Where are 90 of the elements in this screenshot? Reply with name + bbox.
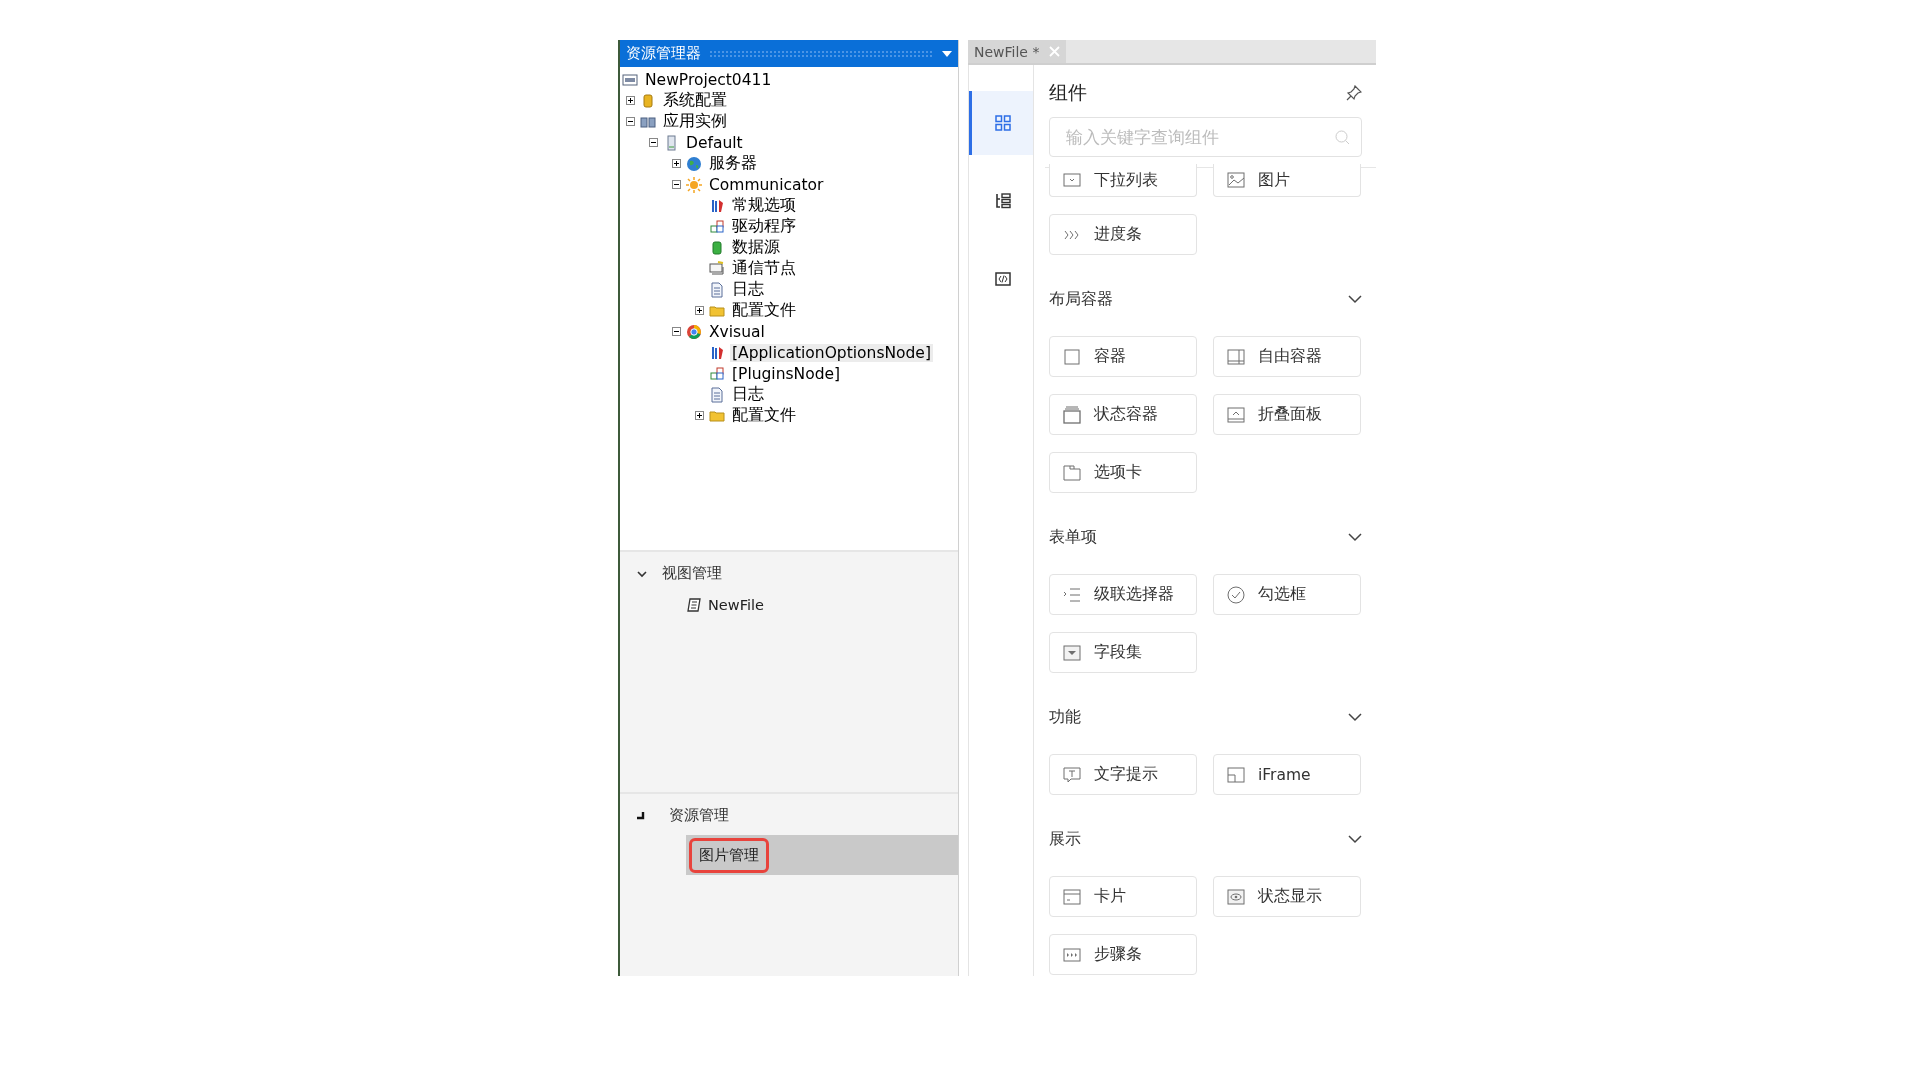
tree-item[interactable]: [ApplicationOptionsNode] — [730, 343, 933, 362]
grid-tab[interactable] — [969, 91, 1033, 155]
collapse-toggle-icon[interactable] — [672, 327, 681, 336]
globe-icon — [686, 155, 702, 172]
tree-item[interactable]: 服务器 — [707, 153, 759, 174]
chevron-down-icon[interactable] — [1348, 295, 1362, 304]
chevron-down-icon[interactable] — [1348, 835, 1362, 844]
tree-item[interactable]: 配置文件 — [730, 405, 798, 426]
tree-item[interactable]: 驱动程序 — [730, 216, 798, 237]
component-card[interactable]: 选项卡 — [1049, 452, 1197, 493]
component-card[interactable]: 图片 — [1213, 164, 1361, 197]
network-icon — [709, 260, 725, 277]
list-icon — [1063, 585, 1081, 604]
document-icon — [709, 386, 725, 403]
steps-icon — [1063, 945, 1081, 964]
ring-icon — [686, 323, 702, 340]
component-card[interactable]: 进度条 — [1049, 214, 1197, 255]
image-icon — [1227, 171, 1245, 189]
category-header[interactable]: 布局容器 — [1049, 289, 1113, 310]
corner-icon[interactable] — [636, 811, 645, 820]
tree-item[interactable]: 日志 — [730, 279, 766, 300]
resource-item[interactable]: 图片管理 — [689, 837, 769, 873]
tree-item[interactable]: [PluginsNode] — [730, 364, 843, 383]
panel-heading: 组件 — [1049, 80, 1087, 105]
collapse-toggle-icon[interactable] — [626, 117, 635, 126]
tree-item[interactable]: 配置文件 — [730, 300, 798, 321]
square-icon — [1063, 347, 1081, 366]
dropdown-arrow-icon[interactable] — [942, 50, 952, 57]
sun-icon — [686, 176, 702, 193]
component-card[interactable]: 容器 — [1049, 336, 1197, 377]
component-card[interactable]: 文字提示 — [1049, 754, 1197, 795]
tooltip-icon — [1063, 765, 1081, 784]
expand-toggle-icon[interactable] — [672, 159, 681, 168]
tree-item[interactable]: 通信节点 — [730, 258, 798, 279]
tree-item[interactable]: 数据源 — [730, 237, 782, 258]
frame-icon — [1227, 765, 1245, 784]
select-icon — [1063, 643, 1081, 662]
cylinder-icon — [640, 92, 656, 109]
chevron-down-icon[interactable] — [1348, 533, 1362, 542]
section-header[interactable]: 资源管理 — [669, 806, 729, 825]
expand-toggle-icon[interactable] — [695, 411, 704, 420]
tree-item[interactable]: Default — [684, 133, 745, 152]
expand-toggle-icon[interactable] — [695, 306, 704, 315]
tree-item[interactable]: Xvisual — [707, 322, 767, 341]
collapse-panel-icon — [1227, 405, 1245, 424]
component-card[interactable]: 下拉列表 — [1049, 164, 1197, 197]
expand-toggle-icon[interactable] — [626, 96, 635, 105]
view-item[interactable]: NewFile — [708, 597, 764, 613]
cylinder-icon — [709, 239, 725, 256]
section-header[interactable]: 视图管理 — [662, 564, 722, 583]
grid-icon — [994, 115, 1011, 131]
component-card[interactable]: 步骤条 — [1049, 934, 1197, 975]
component-card[interactable]: 自由容器 — [1213, 336, 1361, 377]
tabs-icon — [1063, 463, 1081, 482]
tree-item[interactable]: 日志 — [730, 384, 766, 405]
component-card[interactable]: iFrame — [1213, 754, 1361, 795]
tree-item[interactable]: 应用实例 — [661, 111, 729, 132]
tree-item[interactable]: 系统配置 — [661, 90, 729, 111]
category-header[interactable]: 表单项 — [1049, 527, 1097, 548]
script-icon — [686, 597, 702, 613]
component-card[interactable]: 折叠面板 — [1213, 394, 1361, 435]
pin-icon[interactable] — [1346, 85, 1362, 101]
category-header[interactable]: 展示 — [1049, 829, 1081, 850]
category-header[interactable]: 功能 — [1049, 707, 1081, 728]
document-icon — [709, 281, 725, 298]
eye-icon — [1227, 887, 1245, 906]
component-card[interactable]: 字段集 — [1049, 632, 1197, 673]
blocks-icon — [709, 365, 725, 382]
tree-item[interactable]: NewProject0411 — [643, 70, 774, 89]
editor-tab[interactable]: NewFile * — [968, 40, 1067, 63]
tree-item[interactable]: 常规选项 — [730, 195, 798, 216]
stack-icon — [1063, 405, 1081, 424]
collapse-toggle-icon[interactable] — [672, 180, 681, 189]
component-card[interactable]: 状态容器 — [1049, 394, 1197, 435]
blocks-icon — [709, 218, 725, 235]
component-card[interactable]: 卡片 — [1049, 876, 1197, 917]
check-circle-icon — [1227, 585, 1245, 604]
chevron-down-icon[interactable] — [1348, 713, 1362, 722]
tree-item[interactable]: Communicator — [707, 175, 826, 194]
collapse-toggle-icon[interactable] — [649, 138, 658, 147]
code-icon — [994, 272, 1011, 286]
card-icon — [1063, 887, 1081, 906]
search-field[interactable]: 输入关键字查询组件 — [1049, 117, 1362, 157]
dropdown-icon — [1063, 171, 1081, 189]
component-card[interactable]: 勾选框 — [1213, 574, 1361, 615]
panel-title: 资源管理器 — [626, 44, 701, 63]
component-card[interactable]: 级联选择器 — [1049, 574, 1197, 615]
panel-icon — [1227, 347, 1245, 366]
component-card[interactable]: 状态显示 — [1213, 876, 1361, 917]
tree-list-icon — [994, 193, 1011, 209]
